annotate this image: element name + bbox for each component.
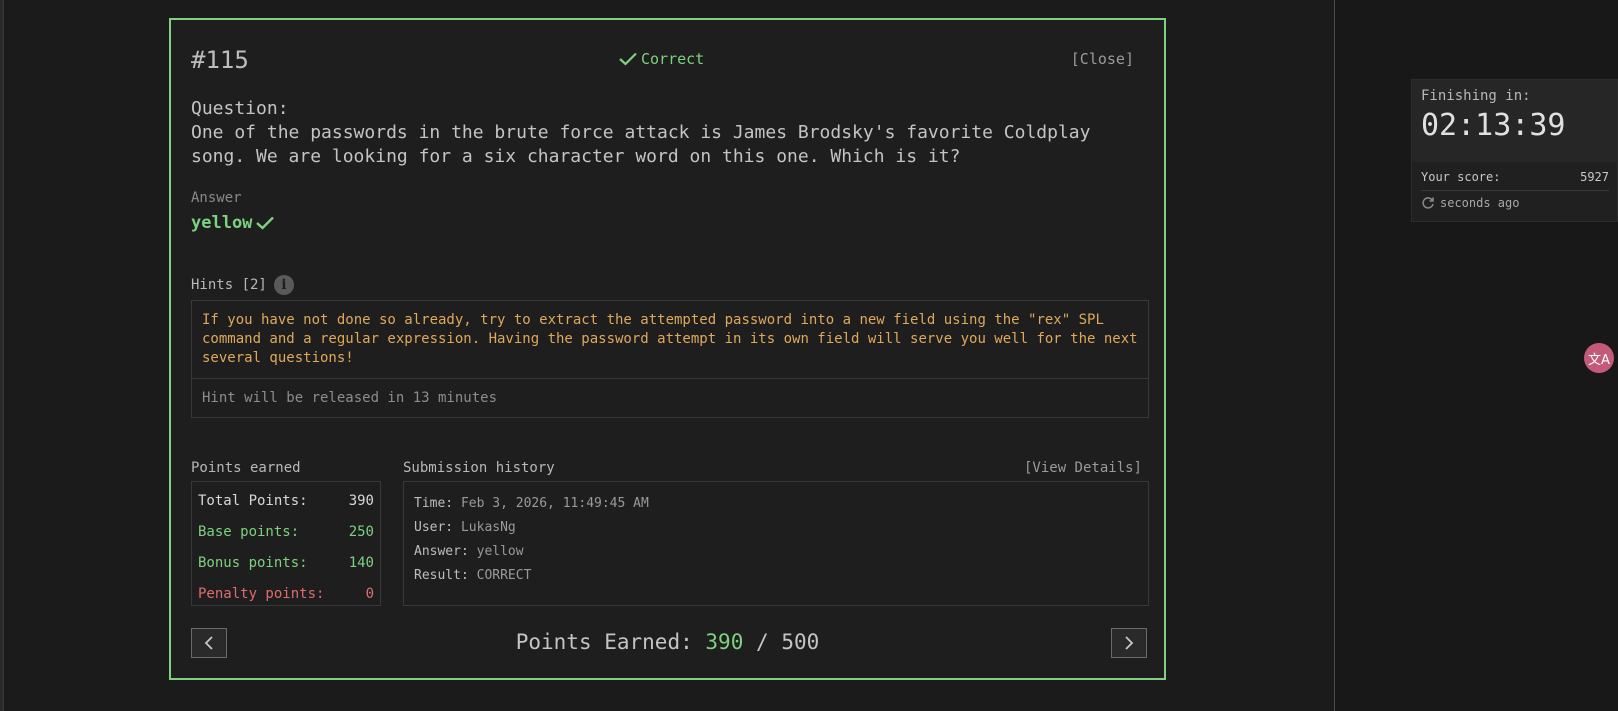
- hint-item: If you have not done so already, try to …: [192, 301, 1148, 379]
- hints-box: If you have not done so already, try to …: [191, 300, 1149, 418]
- submission-time-key: Time:: [414, 496, 454, 511]
- view-details-button[interactable]: [View Details]: [1024, 460, 1142, 476]
- base-points-value: 250: [348, 524, 374, 540]
- info-icon[interactable]: i: [273, 275, 294, 295]
- chevron-right-icon: [1125, 636, 1134, 650]
- refresh-icon[interactable]: [1421, 196, 1435, 210]
- hints-header: Hints [2] i: [191, 275, 294, 295]
- finishing-label: Finishing in:: [1421, 88, 1531, 104]
- question-modal: #115 Correct [Close] Question: One of th…: [169, 18, 1166, 680]
- next-question-button[interactable]: [1111, 628, 1147, 658]
- submission-time-value: Feb 3, 2026, 11:49:45 AM: [460, 496, 649, 511]
- answer-value-row: yellow: [191, 213, 275, 233]
- bonus-points-value: 140: [348, 555, 374, 571]
- points-earned-summary: Points Earned: 390 / 500: [171, 630, 1164, 654]
- submission-time-row: Time: Feb 3, 2026, 11:49:45 AM: [414, 492, 1138, 516]
- close-button[interactable]: [Close]: [1071, 50, 1134, 68]
- updated-row: seconds ago: [1412, 191, 1617, 215]
- hints-label: Hints [2]: [191, 277, 267, 293]
- left-edge: [0, 0, 4, 711]
- countdown-time: 02:13:39: [1421, 108, 1566, 143]
- penalty-points-value: 0: [365, 586, 374, 602]
- timer-header: Finishing in: 02:13:39: [1412, 80, 1617, 162]
- timer-card: Finishing in: 02:13:39 Your score: 5927 …: [1411, 79, 1618, 222]
- points-earned-label: Points Earned:: [515, 630, 693, 654]
- question-text: One of the passwords in the brute force …: [191, 122, 1091, 167]
- check-icon: [619, 52, 637, 66]
- points-earned-value: 390: [705, 630, 744, 654]
- bonus-points-row: Bonus points: 140: [198, 548, 374, 579]
- check-icon: [256, 216, 275, 230]
- points-label: Points earned: [191, 460, 301, 476]
- score-label: Your score:: [1421, 170, 1501, 184]
- submission-result-row: Result: CORRECT: [414, 564, 1138, 588]
- penalty-points-row: Penalty points: 0: [198, 579, 374, 610]
- question-number: #115: [191, 46, 249, 74]
- penalty-points-label: Penalty points:: [198, 586, 325, 602]
- submission-user-row: User: LukasNg: [414, 516, 1138, 540]
- status-badge: Correct: [619, 50, 704, 68]
- submission-box: Time: Feb 3, 2026, 11:49:45 AM User: Luk…: [403, 481, 1149, 606]
- submission-result-key: Result:: [414, 568, 469, 583]
- submission-result-value: CORRECT: [476, 568, 532, 583]
- updated-text: seconds ago: [1440, 196, 1520, 210]
- submission-answer-value: yellow: [476, 544, 524, 559]
- hint-pending: Hint will be released in 13 minutes: [202, 390, 498, 406]
- total-points-row: Total Points: 390: [198, 486, 374, 517]
- question-label: Question:: [191, 98, 289, 119]
- translate-icon[interactable]: 文A: [1584, 343, 1614, 373]
- answer-label: Answer: [191, 190, 242, 206]
- base-points-label: Base points:: [198, 524, 300, 540]
- score-row: Your score: 5927: [1412, 162, 1617, 184]
- submission-answer-row: Answer: yellow: [414, 540, 1138, 564]
- submission-answer-key: Answer:: [414, 544, 469, 559]
- submission-history-label: Submission history: [403, 460, 555, 476]
- submission-user-key: User:: [414, 520, 454, 535]
- answer-value: yellow: [191, 213, 253, 233]
- points-earned-max: 500: [781, 630, 820, 654]
- total-points-value: 390: [348, 493, 374, 509]
- bonus-points-label: Bonus points:: [198, 555, 308, 571]
- base-points-row: Base points: 250: [198, 517, 374, 548]
- points-earned-separator: /: [756, 630, 769, 654]
- total-points-label: Total Points:: [198, 493, 308, 509]
- score-value: 5927: [1580, 170, 1609, 184]
- points-box: Total Points: 390 Base points: 250 Bonus…: [191, 481, 381, 606]
- submission-user-value: LukasNg: [460, 520, 516, 535]
- status-label: Correct: [641, 50, 705, 68]
